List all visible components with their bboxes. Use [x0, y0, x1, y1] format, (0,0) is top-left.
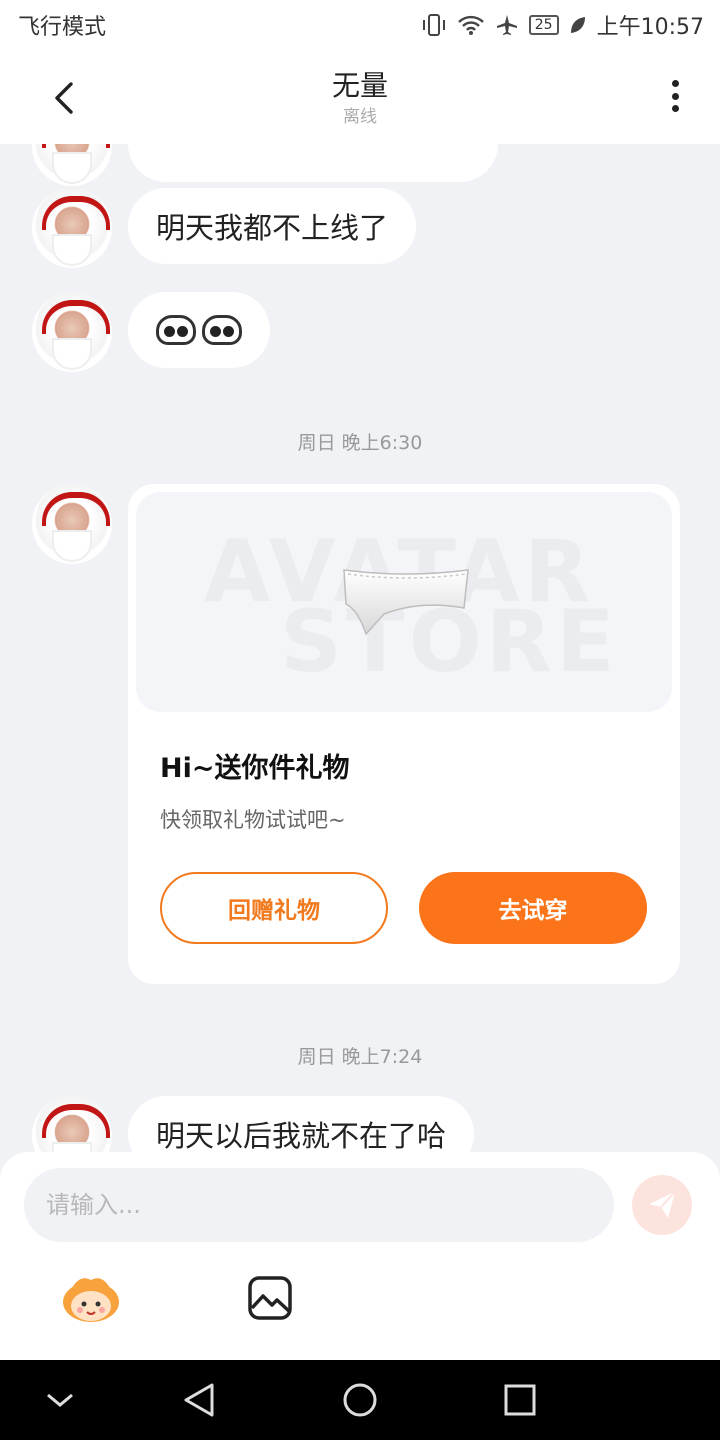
contact-status: 离线: [343, 107, 377, 127]
send-icon: [649, 1191, 676, 1218]
airplane-mode-label: 飞行模式: [18, 15, 107, 40]
message-bubble[interactable]: 明天我都不上线了: [128, 188, 417, 264]
image-icon[interactable]: [248, 1276, 292, 1320]
gift-image[interactable]: AVATAR STORE: [136, 492, 672, 712]
more-vertical-icon: [671, 80, 679, 87]
wifi-icon: [457, 15, 484, 35]
message-list[interactable]: 明天我都不上线了 周日 晚上6:30 AVATAR STORE Hi~送你件礼物…: [0, 144, 720, 1152]
home-icon[interactable]: [340, 1380, 380, 1420]
back-icon[interactable]: [180, 1380, 220, 1420]
recents-icon[interactable]: [500, 1380, 540, 1420]
return-gift-button[interactable]: 回赠礼物: [160, 872, 388, 944]
contact-avatar[interactable]: [32, 1096, 112, 1152]
airplane-icon: [496, 15, 517, 35]
gift-card-title: Hi~送你件礼物: [160, 753, 350, 784]
more-options-button[interactable]: [660, 76, 690, 116]
timestamp: 周日 晚上7:24: [297, 1046, 423, 1068]
clock: 上午10:57: [596, 15, 704, 40]
message-row: 明天以后我就不在了哈: [32, 1096, 475, 1152]
battery-icon: 25: [528, 15, 559, 35]
panda-emoji-icon: [156, 315, 196, 345]
system-nav-bar: [0, 1360, 720, 1440]
leaf-icon: [570, 17, 585, 33]
message-bubble[interactable]: [128, 144, 498, 182]
contact-avatar[interactable]: [32, 144, 112, 186]
message-composer: [0, 1152, 720, 1360]
collapse-icon[interactable]: [40, 1380, 80, 1420]
status-icons: 25 上午10:57: [421, 9, 704, 41]
chat-header: 无量 离线: [0, 50, 720, 144]
status-bar: 飞行模式 25 上午10:57: [0, 0, 720, 50]
contact-avatar[interactable]: [32, 188, 112, 268]
send-button[interactable]: [632, 1175, 692, 1235]
contact-avatar[interactable]: [32, 292, 112, 372]
contact-avatar[interactable]: [32, 484, 112, 564]
mascot-emoji-icon[interactable]: [60, 1274, 122, 1324]
vibrate-icon: [422, 14, 445, 36]
timestamp: 周日 晚上6:30: [297, 432, 423, 454]
message-bubble[interactable]: 明天以后我就不在了哈: [128, 1096, 475, 1152]
battery-level: 25: [534, 17, 553, 33]
contact-name: 无量: [331, 69, 388, 102]
gift-card[interactable]: AVATAR STORE Hi~送你件礼物 快领取礼物试试吧~ 回赠礼物 去试穿: [128, 484, 680, 984]
emoji-group: [156, 315, 242, 345]
message-input[interactable]: [24, 1168, 614, 1242]
emoji-bubble[interactable]: [128, 292, 270, 368]
try-on-button[interactable]: 去试穿: [419, 872, 647, 944]
panda-emoji-icon: [202, 315, 242, 345]
message-row: [32, 144, 498, 186]
gift-card-description: 快领取礼物试试吧~: [160, 808, 346, 832]
message-row: [32, 292, 270, 372]
message-row: 明天我都不上线了: [32, 188, 417, 268]
headband-icon: [343, 569, 469, 636]
message-row: [32, 484, 112, 564]
